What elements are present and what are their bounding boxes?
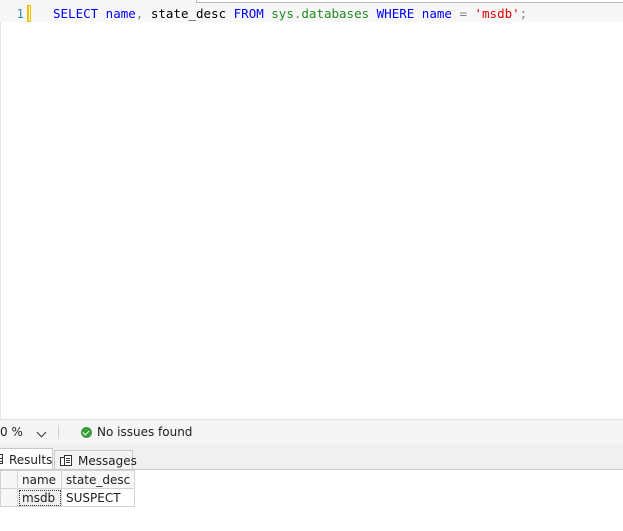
tab-messages[interactable]: Messages bbox=[54, 450, 137, 470]
row-header[interactable] bbox=[0, 488, 18, 507]
code-token: FROM bbox=[233, 6, 264, 21]
results-tabs: Results Messages bbox=[0, 444, 623, 470]
code-line-1[interactable]: 1 SELECT name, state_desc FROM sys.datab… bbox=[0, 5, 623, 22]
column-header-name[interactable]: name bbox=[17, 470, 62, 489]
line-number: 1 bbox=[16, 6, 24, 21]
status-bar: 0 % No issues found bbox=[0, 419, 623, 444]
query-editor[interactable]: 1 SELECT name, state_desc FROM sys.datab… bbox=[0, 0, 623, 419]
change-marker-icon bbox=[27, 5, 31, 22]
editor-top-border bbox=[196, 0, 623, 3]
results-grid: name state_desc msdb SUSPECT bbox=[0, 470, 136, 507]
tab-results[interactable]: Results bbox=[0, 448, 53, 470]
code-token: WHERE bbox=[369, 6, 415, 21]
status-separator bbox=[58, 425, 59, 439]
chevron-down-icon[interactable] bbox=[36, 427, 47, 438]
messages-icon bbox=[60, 455, 72, 467]
grid-results-icon bbox=[0, 454, 3, 464]
tab-results-label: Results bbox=[9, 453, 53, 467]
grid-corner[interactable] bbox=[0, 470, 18, 489]
code-token: name bbox=[414, 6, 452, 21]
column-header-state-desc[interactable]: state_desc bbox=[60, 470, 136, 489]
code-token: = bbox=[451, 6, 467, 21]
code-token: SELECT bbox=[53, 6, 99, 21]
grid-header-row: name state_desc bbox=[0, 470, 136, 489]
code-token: databases bbox=[301, 6, 370, 21]
issues-status[interactable]: No issues found bbox=[97, 423, 192, 441]
check-circle-icon bbox=[81, 427, 92, 438]
sql-code[interactable]: SELECT name, state_desc FROM sys.databas… bbox=[53, 5, 527, 22]
results-grid-area: name state_desc msdb SUSPECT bbox=[0, 470, 623, 531]
code-token: name bbox=[98, 6, 136, 21]
code-token: ; bbox=[519, 6, 528, 21]
code-token: state_desc bbox=[143, 6, 234, 21]
cell-name[interactable]: msdb bbox=[17, 488, 62, 507]
code-token: sys bbox=[263, 6, 294, 21]
table-row: msdb SUSPECT bbox=[0, 488, 136, 507]
cell-state-desc[interactable]: SUSPECT bbox=[60, 488, 136, 507]
code-token: 'msdb' bbox=[466, 6, 520, 21]
tab-messages-label: Messages bbox=[78, 454, 137, 468]
zoom-level[interactable]: 0 % bbox=[0, 423, 23, 441]
